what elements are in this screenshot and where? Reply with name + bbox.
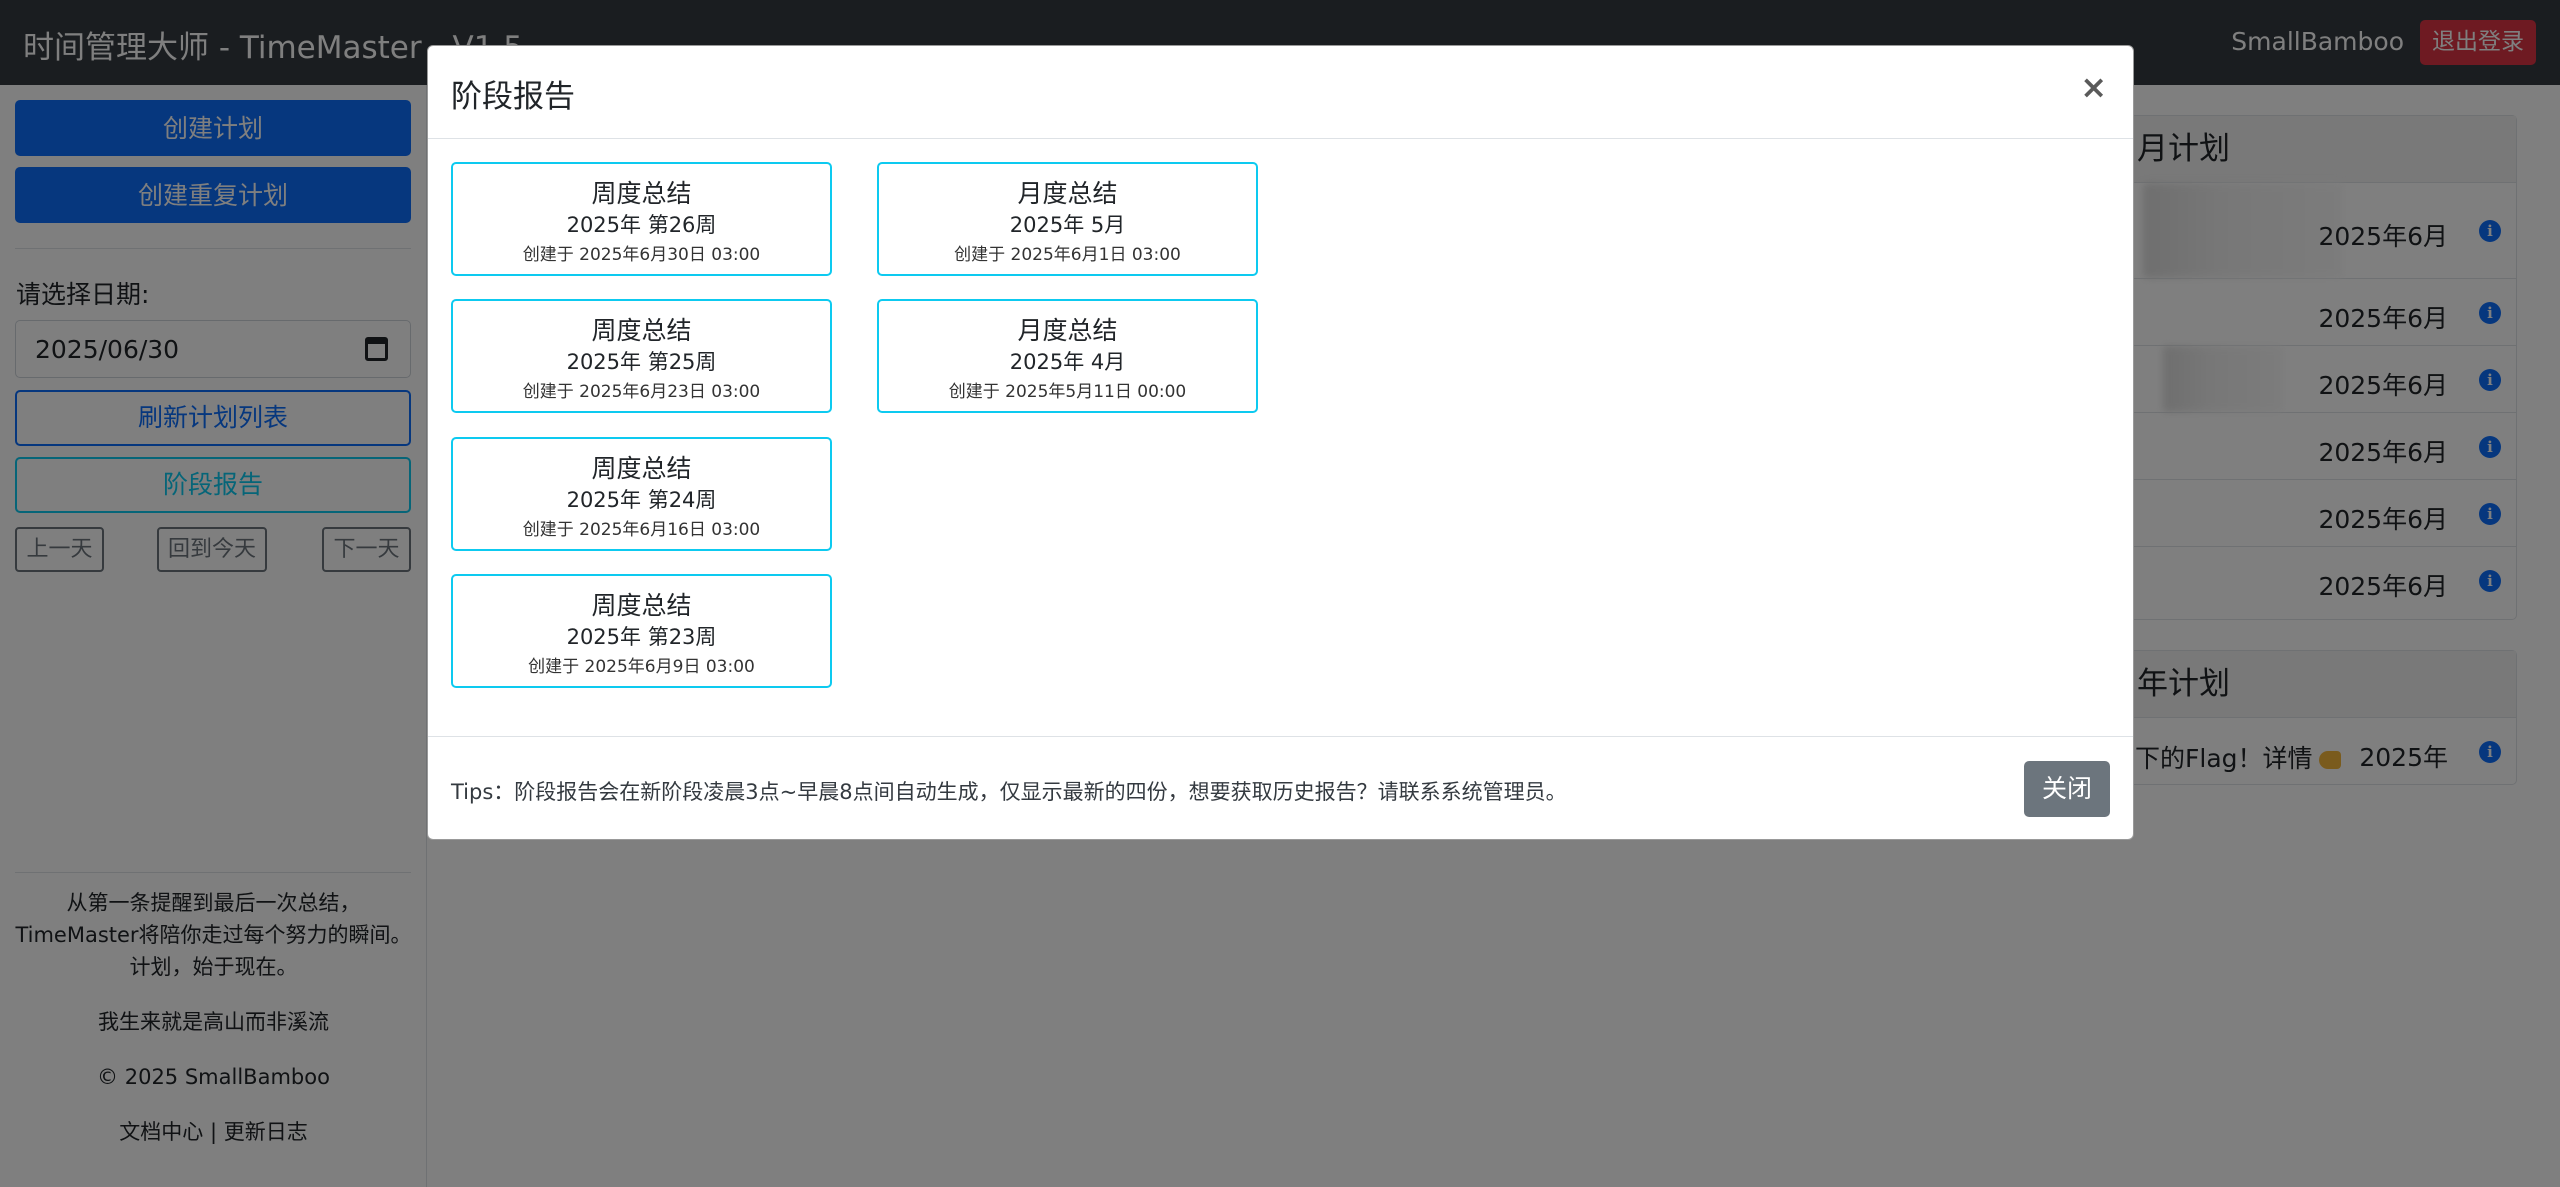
modal-footer: Tips：阶段报告会在新阶段凌晨3点~早晨8点间自动生成，仅显示最新的四份，想要… (428, 736, 2133, 841)
report-title: 周度总结 (591, 179, 692, 208)
report-period: 2025年 第23周 (566, 625, 717, 649)
report-period: 2025年 第25周 (566, 350, 717, 374)
report-card[interactable]: 月度总结 2025年 5月 创建于 2025年6月1日 03:00 (877, 162, 1258, 276)
report-created: 创建于 2025年6月9日 03:00 (528, 657, 755, 677)
report-created: 创建于 2025年6月1日 03:00 (954, 245, 1181, 265)
report-created: 创建于 2025年6月16日 03:00 (522, 520, 761, 540)
report-title: 周度总结 (591, 454, 692, 483)
report-created: 创建于 2025年5月11日 00:00 (948, 382, 1187, 402)
report-title: 周度总结 (591, 316, 692, 345)
close-button[interactable]: 关闭 (2024, 761, 2110, 817)
report-period: 2025年 第24周 (566, 488, 717, 512)
report-period: 2025年 第26周 (566, 213, 717, 237)
modal-title: 阶段报告 (451, 79, 575, 115)
report-card[interactable]: 周度总结 2025年 第26周 创建于 2025年6月30日 03:00 (451, 162, 832, 276)
tips-text: Tips：阶段报告会在新阶段凌晨3点~早晨8点间自动生成，仅显示最新的四份，想要… (451, 780, 1567, 804)
report-card[interactable]: 周度总结 2025年 第23周 创建于 2025年6月9日 03:00 (451, 574, 832, 688)
report-card[interactable]: 月度总结 2025年 4月 创建于 2025年5月11日 00:00 (877, 299, 1258, 413)
report-created: 创建于 2025年6月23日 03:00 (522, 382, 761, 402)
report-title: 月度总结 (1017, 179, 1118, 208)
report-title: 周度总结 (591, 591, 692, 620)
modal-header: 阶段报告 × (428, 46, 2133, 139)
report-title: 月度总结 (1017, 316, 1118, 345)
report-period: 2025年 4月 (1009, 350, 1126, 374)
report-created: 创建于 2025年6月30日 03:00 (522, 245, 761, 265)
stage-report-modal: 阶段报告 × 周度总结 2025年 第26周 创建于 2025年6月30日 03… (427, 45, 2134, 840)
close-icon[interactable]: × (2080, 68, 2107, 106)
report-period: 2025年 5月 (1009, 213, 1126, 237)
report-card[interactable]: 周度总结 2025年 第24周 创建于 2025年6月16日 03:00 (451, 437, 832, 551)
report-card[interactable]: 周度总结 2025年 第25周 创建于 2025年6月23日 03:00 (451, 299, 832, 413)
